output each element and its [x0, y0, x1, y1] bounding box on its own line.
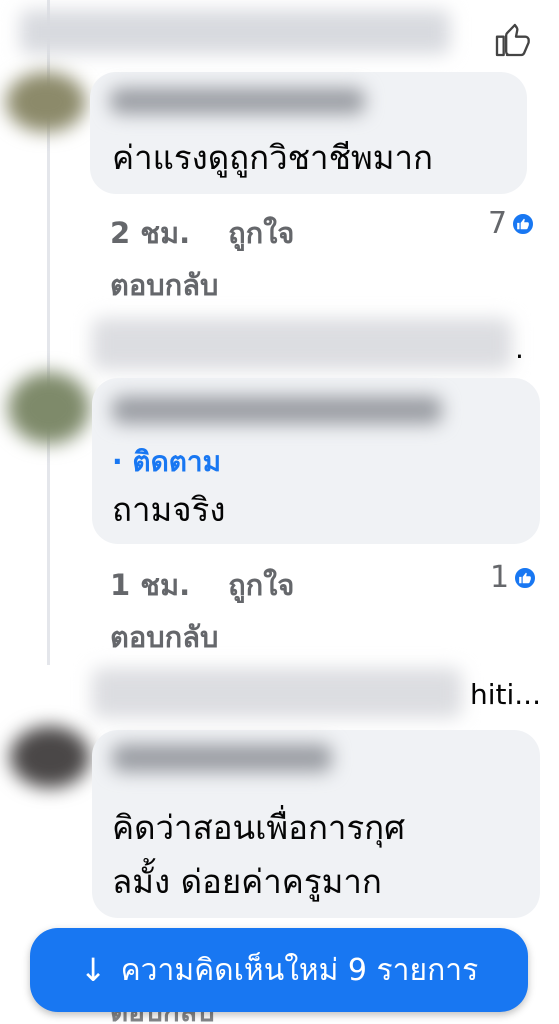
comment-meta: 2 ชม. ถูกใจ — [110, 210, 294, 256]
reaction-number: 1 — [490, 560, 510, 595]
like-reaction-icon — [513, 565, 538, 590]
like-reaction-icon — [511, 211, 536, 236]
blurred-previous-content — [0, 0, 470, 70]
comment-text-line1: คิดว่าสอนเพื่อการกุศ — [112, 808, 406, 847]
comment-text-line2: ลมั้ง ด่อยค่าครูมาก — [112, 862, 382, 901]
like-button[interactable]: ถูกใจ — [228, 568, 294, 602]
commenter-name[interactable] — [112, 396, 442, 424]
commenter-name[interactable] — [110, 88, 365, 114]
like-button[interactable]: ถูกใจ — [228, 216, 294, 250]
comment-text: ค่าแรงดูถูกวิชาชีพมาก — [112, 138, 433, 177]
blurred-header — [92, 668, 462, 718]
reaction-count[interactable]: 1 — [490, 560, 538, 595]
header-overflow: . — [515, 332, 524, 365]
comment-text: ถามจริง — [112, 490, 226, 529]
reply-button[interactable]: ตอบกลับ — [110, 262, 218, 308]
thumbs-up-icon[interactable] — [492, 20, 532, 60]
comment-time: 2 ชม. — [110, 216, 191, 250]
name-fragment: hiti... — [470, 678, 541, 711]
avatar[interactable] — [10, 726, 90, 788]
reply-button[interactable]: ตอบกลับ — [110, 614, 218, 660]
reaction-number: 7 — [488, 206, 508, 241]
commenter-name[interactable] — [112, 744, 332, 772]
avatar[interactable] — [6, 72, 86, 132]
avatar[interactable] — [8, 372, 90, 444]
comment-time: 1 ชม. — [110, 568, 191, 602]
comment-meta: 1 ชม. ถูกใจ — [110, 562, 294, 608]
follow-button[interactable]: · ติดตาม — [112, 440, 221, 484]
blurred-header — [92, 318, 512, 370]
reaction-count[interactable]: 7 — [488, 206, 536, 241]
arrow-down-icon: ↓ — [79, 951, 107, 989]
comments-screen: ค่าแรงดูถูกวิชาชีพมาก 2 ชม. ถูกใจ 7 ตอบกล… — [0, 0, 559, 1024]
new-comments-button[interactable]: ↓ ความคิดเห็นใหม่ 9 รายการ — [30, 928, 528, 1012]
new-comments-label: ความคิดเห็นใหม่ 9 รายการ — [120, 952, 479, 988]
